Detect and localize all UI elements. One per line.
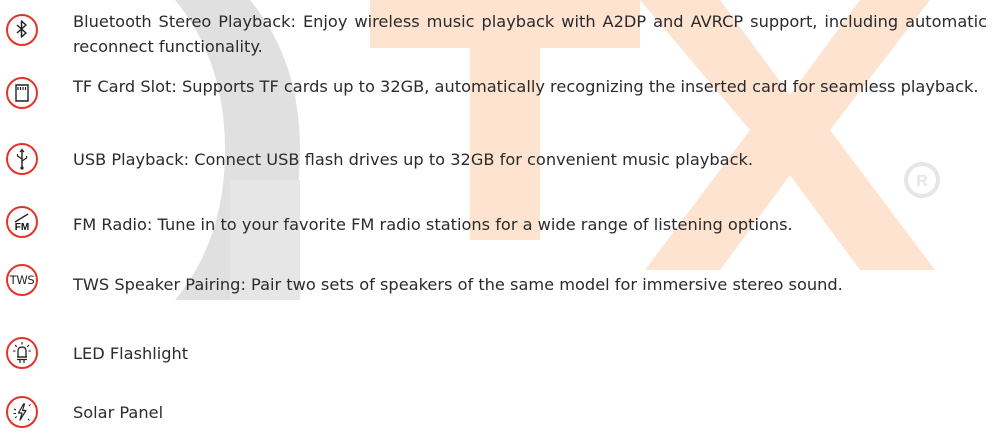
tws-icon-label: TWS bbox=[9, 273, 35, 287]
tf-card-icon bbox=[6, 77, 38, 109]
feature-text: FM Radio: Tune in to your favorite FM ra… bbox=[73, 215, 793, 234]
solar-panel-icon bbox=[6, 396, 38, 428]
feature-text: Bluetooth Stereo Playback: Enjoy wireles… bbox=[73, 12, 987, 56]
svg-text:R: R bbox=[916, 173, 928, 190]
svg-text:FM: FM bbox=[15, 222, 29, 233]
feature-text: LED Flashlight bbox=[73, 344, 189, 363]
fm-radio-icon: FM bbox=[6, 206, 38, 238]
feature-text: TF Card Slot: Supports TF cards up to 32… bbox=[73, 77, 979, 96]
feature-text: TWS Speaker Pairing: Pair two sets of sp… bbox=[73, 275, 843, 294]
usb-icon bbox=[6, 143, 38, 175]
led-flashlight-icon bbox=[6, 337, 38, 369]
bluetooth-icon bbox=[6, 14, 38, 46]
feature-text: Solar Panel bbox=[73, 403, 164, 422]
tws-icon: TWS bbox=[6, 264, 38, 296]
feature-text: USB Playback: Connect USB flash drives u… bbox=[73, 150, 753, 169]
